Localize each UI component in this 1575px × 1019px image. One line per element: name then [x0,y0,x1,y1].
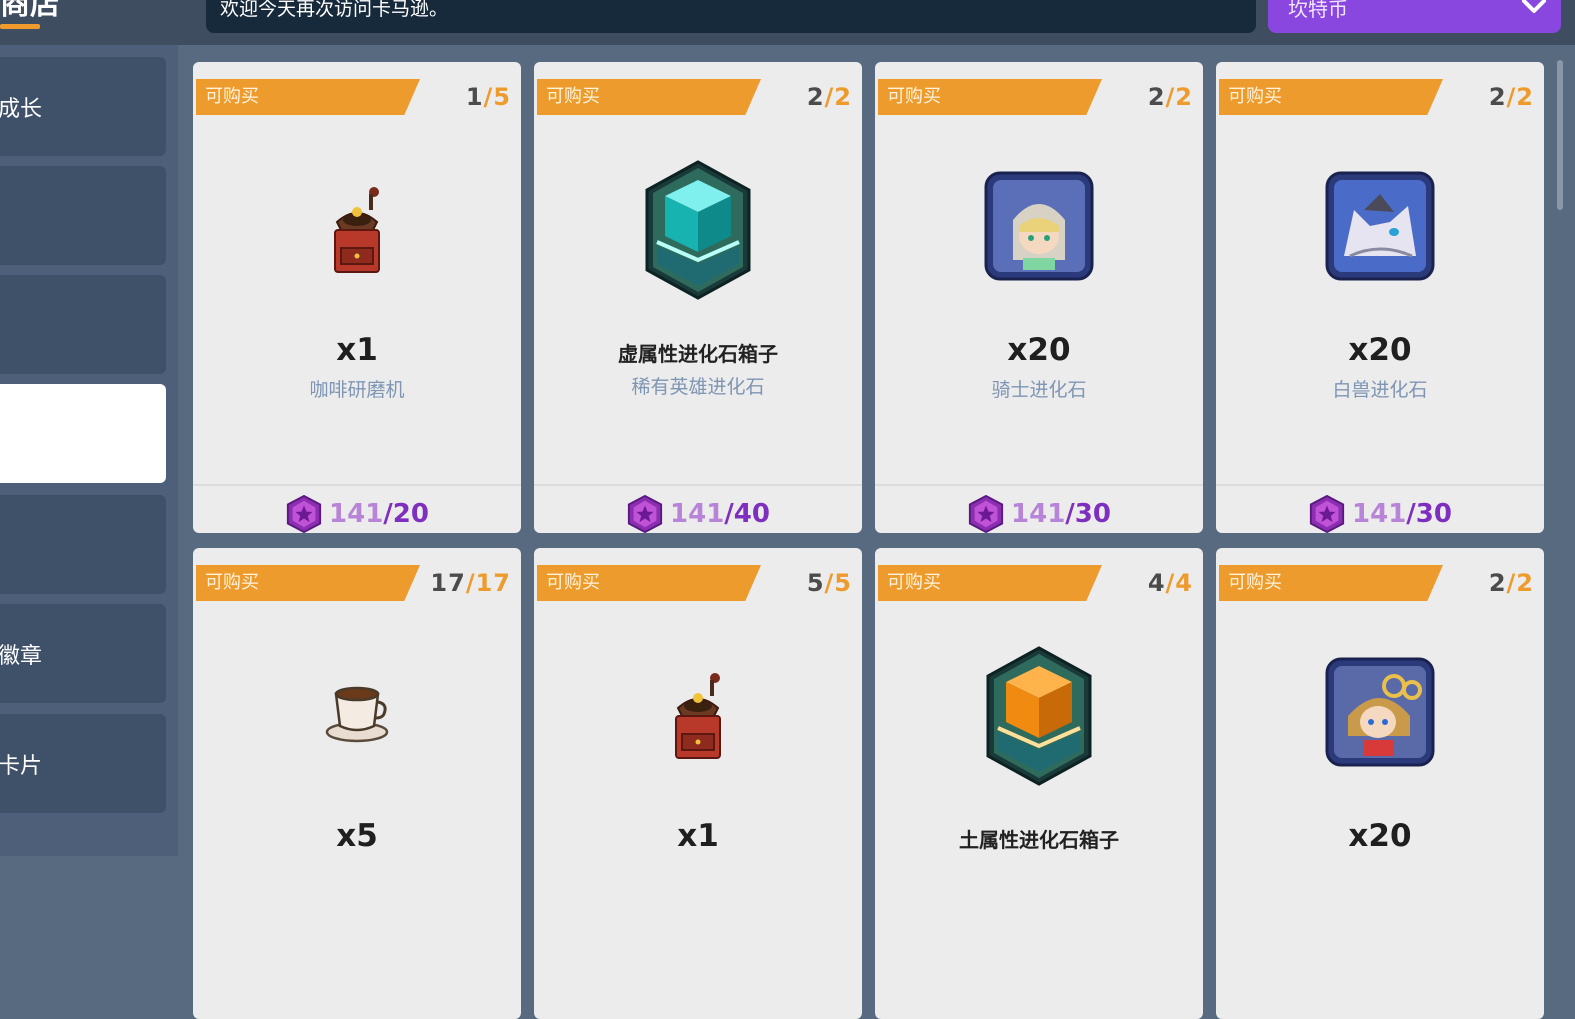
purchase-limit: 4/4 [1147,569,1193,597]
divider [193,484,521,486]
sidebar-item-5[interactable] [0,495,166,594]
divider [875,484,1203,486]
item-quantity: x1 [677,818,719,854]
shop-item-card[interactable]: 可购买 2/2 x20 [1216,548,1544,1019]
sidebar-item-growth[interactable]: 成长 [0,57,166,156]
bought-count: 2 [1147,83,1166,111]
chevron-down-icon [1522,0,1546,13]
owned-amount: 141 [1011,499,1066,529]
limit-count: 2 [1175,83,1193,111]
notice-marquee: 欢迎今天再次访问卡马逊。 [206,0,1256,33]
knight-portrait-icon [875,170,1203,282]
shop-item-card[interactable]: 可购买 5/5 x1 [534,548,862,1019]
scrollbar[interactable] [1557,60,1563,210]
shop-item-card[interactable]: 可购买 4/4 土属性进化石箱子 [875,548,1203,1019]
available-tag: 可购买 [537,79,761,115]
bought-count: 4 [1147,569,1166,597]
owned-amount: 141 [329,499,384,529]
sidebar: 成长 徽章 卡片 [0,45,178,856]
cost-amount: 20 [392,499,429,529]
item-quantity: x20 [1348,818,1412,854]
purchase-limit: 5/5 [806,569,852,597]
limit-count: 5 [834,569,852,597]
sidebar-item-label: 成长 [0,96,43,122]
available-tag: 可购买 [537,565,761,601]
available-tag: 可购买 [1219,79,1443,115]
sidebar-item-label: 徽章 [0,643,43,669]
purple-gem-currency-icon [285,495,323,533]
title-underline [0,24,40,29]
bought-count: 2 [806,83,825,111]
available-tag: 可购买 [196,565,420,601]
shop-item-card[interactable]: 可购买 2/2 x20 白兽进化石 141/30 [1216,62,1544,533]
orange-evolution-box-icon [875,643,1203,788]
purple-gem-currency-icon [1308,495,1346,533]
price: 141/30 [1216,495,1544,533]
purchase-limit: 2/2 [1147,83,1193,111]
bought-count: 2 [1488,569,1507,597]
price: 141/40 [534,495,862,533]
item-name: 土属性进化石箱子 [959,828,1119,852]
item-quantity: x20 [1348,332,1412,368]
purchase-limit: 17/17 [430,569,511,597]
owned-amount: 141 [670,499,725,529]
white-beast-portrait-icon [1216,170,1544,282]
shop-item-card[interactable]: 可购买 2/2 虚属性进化石箱子 稀有英雄进化石 141/40 [534,62,862,533]
limit-count: 4 [1175,569,1193,597]
page-title: 商店 [0,0,60,22]
item-quantity: x1 [336,332,378,368]
bought-count: 2 [1488,83,1507,111]
sidebar-item-badge[interactable]: 徽章 [0,604,166,703]
owned-amount: 141 [1352,499,1407,529]
sidebar-item-2[interactable] [0,166,166,265]
item-subtitle: 稀有英雄进化石 [631,376,765,398]
currency-select[interactable]: 坎特币 [1268,0,1561,33]
sidebar-item-active[interactable] [0,384,166,483]
divider [534,484,862,486]
price: 141/20 [193,495,521,533]
item-subtitle: 咖啡研磨机 [309,379,405,401]
bought-count: 1 [465,83,484,111]
limit-count: 17 [475,569,511,597]
bought-count: 5 [806,569,825,597]
goggles-girl-portrait-icon [1216,656,1544,768]
bought-count: 17 [430,569,466,597]
purchase-limit: 1/5 [465,83,511,111]
top-bar: 商店 欢迎今天再次访问卡马逊。 坎特币 [0,0,1575,45]
cost-amount: 40 [733,499,770,529]
limit-count: 2 [834,83,852,111]
shop-item-card[interactable]: 可购买 17/17 x5 [193,548,521,1019]
available-tag: 可购买 [878,79,1102,115]
purchase-limit: 2/2 [806,83,852,111]
coffee-cup-icon [193,678,521,748]
limit-count: 2 [1516,83,1534,111]
sidebar-item-label: 卡片 [0,753,43,779]
item-subtitle: 白兽进化石 [1332,379,1428,401]
coffee-grinder-icon [534,668,862,768]
limit-count: 2 [1516,569,1534,597]
purchase-limit: 2/2 [1488,569,1534,597]
cyan-evolution-box-icon [534,157,862,302]
purchase-limit: 2/2 [1488,83,1534,111]
cost-amount: 30 [1074,499,1111,529]
available-tag: 可购买 [1219,565,1443,601]
divider [1216,484,1544,486]
shop-item-card[interactable]: 可购买 1/5 x1 咖啡研磨机 141/20 [193,62,521,533]
sidebar-item-3[interactable] [0,275,166,374]
cost-amount: 30 [1415,499,1452,529]
purple-gem-currency-icon [967,495,1005,533]
item-name: 虚属性进化石箱子 [618,342,778,366]
shop-item-card[interactable]: 可购买 2/2 x20 骑士进化石 141/30 [875,62,1203,533]
available-tag: 可购买 [878,565,1102,601]
item-subtitle: 骑士进化石 [991,379,1087,401]
item-quantity: x5 [336,818,378,854]
price: 141/30 [875,495,1203,533]
sidebar-item-card[interactable]: 卡片 [0,714,166,813]
currency-select-label: 坎特币 [1288,0,1348,21]
purple-gem-currency-icon [626,495,664,533]
coffee-grinder-icon [193,182,521,282]
limit-count: 5 [493,83,511,111]
available-tag: 可购买 [196,79,420,115]
item-quantity: x20 [1007,332,1071,368]
